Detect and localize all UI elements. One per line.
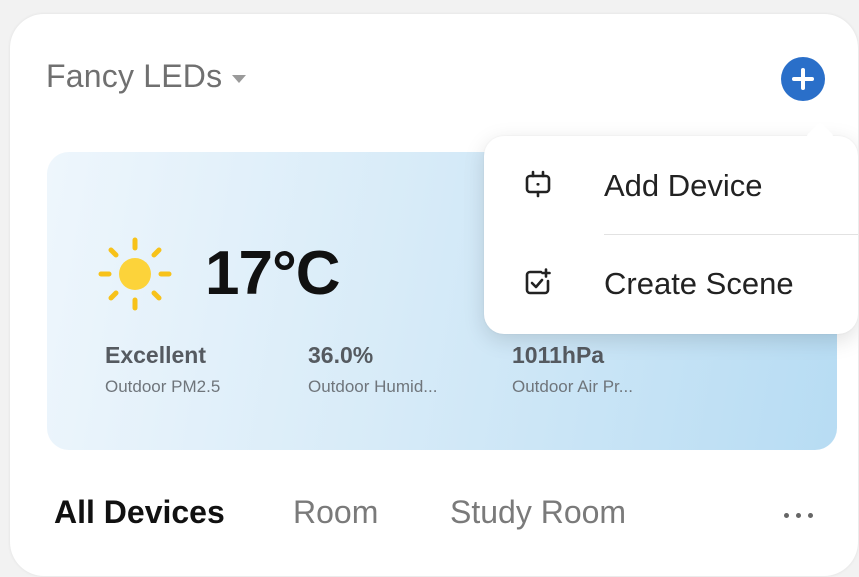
tab-study-room[interactable]: Study Room [450,494,626,531]
temperature: 17°C [205,239,341,308]
create-scene-icon [525,268,551,295]
menu-item-label: Add Device [604,168,763,203]
stat-value: Excellent [105,342,206,368]
add-menu-popover: Add Device Create Scene [484,121,858,334]
menu-item-add-device[interactable]: Add Device [484,138,858,234]
room-tabs: All Devices Room Study Room [10,494,858,538]
stat-value: 1011hPa [512,342,605,368]
menu-item-label: Create Scene [604,266,794,301]
menu-item-create-scene[interactable]: Create Scene [484,236,858,332]
stat-humidity: 36.0% Outdoor Humid... [308,342,437,397]
sun-icon [98,237,172,311]
stat-air-pressure: 1011hPa Outdoor Air Pr... [512,342,633,397]
stat-label: Outdoor PM2.5 [105,377,221,396]
stat-label: Outdoor Humid... [308,377,438,396]
dot [796,513,801,518]
tab-room[interactable]: Room [293,494,378,531]
device-icon [525,170,551,198]
stat-pm25: Excellent Outdoor PM2.5 [105,342,220,397]
stat-label: Outdoor Air Pr... [512,377,633,396]
dot [784,513,789,518]
menu-divider [604,234,858,235]
add-button[interactable] [781,57,825,101]
more-horizontal-icon[interactable] [784,513,813,518]
stat-value: 36.0% [308,342,374,368]
dot [808,513,813,518]
tab-all-devices[interactable]: All Devices [54,494,225,531]
caret-down-icon [232,74,247,83]
home-card: Fancy LEDs 17°C Excellent Outdoor PM2.5 … [10,14,858,576]
home-name: Fancy LEDs [46,58,223,94]
home-selector[interactable]: Fancy LEDs [46,58,247,95]
